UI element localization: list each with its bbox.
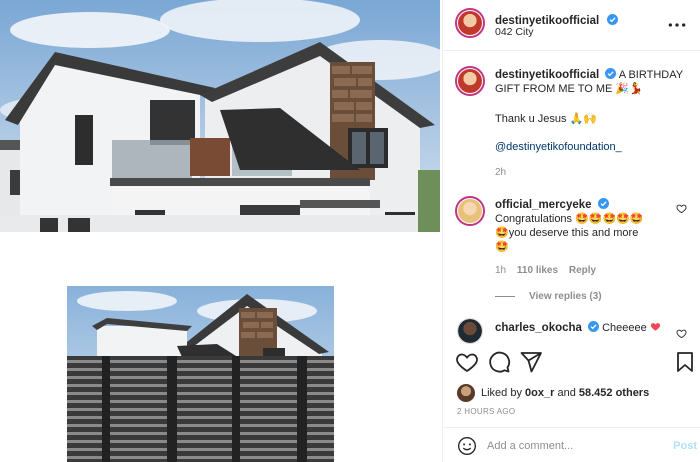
caption-line2: GIFT FROM ME TO ME <box>495 83 613 95</box>
likes-summary: Liked by 0ox_r and 58.452 others <box>457 384 649 402</box>
view-replies-button[interactable]: View replies (3) <box>529 291 602 302</box>
verified-icon <box>588 321 599 332</box>
caption-avatar[interactable] <box>455 66 485 96</box>
comment-author[interactable]: charles_okocha <box>495 322 582 334</box>
comment-text: Congratulations <box>495 213 573 225</box>
comment-icon[interactable] <box>487 350 511 374</box>
share-icon[interactable] <box>519 350 543 374</box>
commenter-avatar[interactable] <box>457 318 483 344</box>
comment-author[interactable]: official_mercyeke <box>495 199 592 211</box>
commenter-avatar[interactable] <box>455 196 485 226</box>
post-button[interactable]: Post <box>673 440 697 452</box>
post-media[interactable] <box>0 0 443 462</box>
likes-conj: and <box>557 387 576 399</box>
heart-icon[interactable] <box>455 350 479 374</box>
author-avatar[interactable] <box>455 8 485 38</box>
bookmark-icon[interactable] <box>673 350 697 374</box>
red-heart-icon <box>650 323 660 331</box>
replies-divider <box>495 296 515 297</box>
comment-composer: Post <box>443 427 700 462</box>
likes-count[interactable]: 58.452 others <box>579 387 649 399</box>
emoji-icon: 🤩 <box>495 227 509 239</box>
verified-icon <box>606 14 618 25</box>
liker-avatar[interactable] <box>457 384 475 402</box>
caption-thanks: Thank u Jesus <box>495 113 567 125</box>
verified-icon <box>597 198 609 209</box>
comment-like-icon[interactable] <box>676 203 687 214</box>
emoji-icon: 🤩 <box>495 241 509 253</box>
comment-like-icon[interactable] <box>676 328 687 339</box>
action-bar <box>443 350 700 380</box>
emoji-icon: 🙏🙌 <box>569 113 598 125</box>
post-header: destinyetikoofficial 042 City <box>443 0 700 51</box>
comment-input[interactable] <box>487 437 657 455</box>
emoji-icon: 🤩🤩🤩🤩🤩 <box>575 213 644 225</box>
caption-age[interactable]: 2h <box>495 167 506 178</box>
caption-line1: A BIRTHDAY <box>618 69 684 81</box>
house-photo-2 <box>67 286 334 462</box>
emoji-icon: 🎉💃 <box>615 83 643 95</box>
house-photo-1 <box>0 0 440 232</box>
post-sidebar: destinyetikoofficial 042 City destinyeti… <box>443 0 700 462</box>
post-location[interactable]: 042 City <box>495 26 534 38</box>
liker-username[interactable]: 0ox_r <box>525 387 554 399</box>
verified-icon <box>605 68 617 79</box>
post-timestamp[interactable]: 2 HOURS AGO <box>457 407 515 416</box>
more-icon[interactable] <box>667 20 687 30</box>
caption-author[interactable]: destinyetikoofficial <box>495 69 599 81</box>
emoji-icon[interactable] <box>457 436 477 456</box>
comment-text: Cheeeee <box>602 322 647 334</box>
caption-mention[interactable]: @destinyetikofoundation_ <box>495 140 622 154</box>
reply-button[interactable]: Reply <box>569 265 596 276</box>
comment-text-2: you deserve this and more <box>508 227 639 239</box>
comment-likes[interactable]: 110 likes <box>517 265 558 276</box>
comment-age[interactable]: 1h <box>495 265 506 276</box>
likes-prefix: Liked by <box>481 387 522 399</box>
